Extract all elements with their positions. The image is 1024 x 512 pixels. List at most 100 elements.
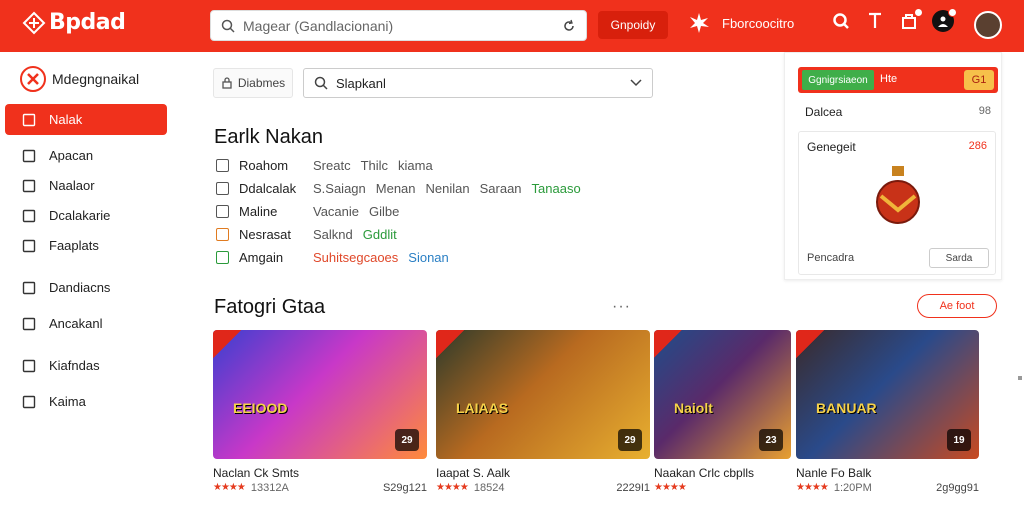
filter-value[interactable]: kiama xyxy=(398,158,433,173)
filters-title: Earlk Nakan xyxy=(214,126,323,148)
pin-icon[interactable] xyxy=(864,10,886,32)
sidebar-item-4[interactable]: Faaplats xyxy=(5,230,167,261)
sidebar-item-7[interactable]: Kiafndas xyxy=(5,350,167,381)
count-badge: G1 xyxy=(964,70,994,90)
view-all-button[interactable]: Ae foot xyxy=(917,294,997,318)
filter-value[interactable]: Gddlit xyxy=(363,227,397,242)
user-avatar[interactable] xyxy=(974,11,1002,39)
star-rating-icon: ★★★★ xyxy=(654,482,687,493)
filter-row-label: Maline xyxy=(239,204,278,219)
ribbon-tag xyxy=(213,330,241,358)
filter-row[interactable]: Maline Vacanie Gilbe xyxy=(216,204,409,219)
sidebar-item-3[interactable]: Dcalakarie xyxy=(5,200,167,231)
filter-row[interactable]: Nesrasat Salknd Gddlit xyxy=(216,227,407,242)
filter-value[interactable]: Suhitsegcaoes xyxy=(313,250,398,265)
panel-header[interactable]: Ggnigrsiaeon Hte G1 xyxy=(798,67,998,93)
box-icon xyxy=(22,317,36,331)
filter-label: Diabmes xyxy=(237,76,286,90)
more-options-icon[interactable]: ··· xyxy=(612,298,631,316)
top-link[interactable]: Fborcoocitro xyxy=(688,12,794,34)
game-card[interactable]: EEIOOD 29 Naclan Ck Smts ★★★★ 13312A S29g121 xyxy=(213,330,427,494)
search-icon xyxy=(221,19,235,33)
game-title[interactable]: Naclan Ck Smts xyxy=(213,466,427,480)
game-count: 13312A xyxy=(250,482,289,494)
filter-value[interactable]: Menan xyxy=(376,181,416,196)
lock-icon xyxy=(222,77,232,89)
filter-value[interactable]: Tanaaso xyxy=(532,181,581,196)
search-input[interactable]: Magear (Gandlacionani) xyxy=(243,18,562,34)
sidebar-item-1[interactable]: Apacan xyxy=(5,140,167,171)
rating-badge: 23 xyxy=(759,429,783,451)
game-title[interactable]: Naakan Crlc cbplls xyxy=(654,466,791,480)
top-link-label: Fborcoocitro xyxy=(722,15,795,31)
logo-icon xyxy=(22,11,46,34)
box-badge: 286 xyxy=(968,140,987,152)
game-meta: ★★★★ 18524 2229I1 xyxy=(436,482,650,494)
filter-button[interactable]: Diabmes xyxy=(213,68,293,98)
profile-icon[interactable] xyxy=(932,8,957,32)
shop-icon[interactable] xyxy=(898,8,923,32)
filter-value[interactable]: Sionan xyxy=(408,250,448,265)
game-price: 2g9gg91 xyxy=(936,482,979,494)
green-tag[interactable]: Ggnigrsiaeon xyxy=(802,70,874,90)
sidebar-item-label: Apacan xyxy=(49,148,94,163)
game-card[interactable]: Naiolt 23 Naakan Crlc cbplls ★★★★ xyxy=(654,330,791,493)
search-bar[interactable]: Magear (Gandlacionani) xyxy=(210,10,587,41)
grid-icon xyxy=(22,179,36,193)
filter-value[interactable]: Saraan xyxy=(480,181,522,196)
game-title[interactable]: Iaapat S. Aalk xyxy=(436,466,650,480)
rating-badge: 29 xyxy=(618,429,642,451)
sidebar-item-label: Faaplats xyxy=(49,238,99,253)
bag-icon xyxy=(22,281,36,295)
panel-row[interactable]: Dalcea 98 xyxy=(805,105,991,119)
search-icon[interactable] xyxy=(830,10,852,32)
top-action-button[interactable]: Gnpoidy xyxy=(598,11,668,39)
sidebar-item-label: Dcalakarie xyxy=(49,208,111,223)
filter-value[interactable]: Thilc xyxy=(361,158,388,173)
rating-badge: 19 xyxy=(947,429,971,451)
refresh-icon[interactable] xyxy=(562,19,576,33)
scroll-indicator[interactable] xyxy=(1018,376,1022,380)
game-card[interactable]: BANUAR 19 Nanle Fo Balk ★★★★ 1:20PM 2g9gg91 xyxy=(796,330,979,494)
game-thumbnail[interactable]: Naiolt 23 xyxy=(654,330,791,459)
filter-row[interactable]: Amgain Suhitsegcaoes Sionan xyxy=(216,250,459,265)
filter-value[interactable]: Vacanie xyxy=(313,204,359,219)
star-rating-icon: ★★★★ xyxy=(796,482,829,493)
game-thumbnail[interactable]: EEIOOD 29 xyxy=(213,330,427,459)
sidebar-item-2[interactable]: Naalaor xyxy=(5,170,167,201)
games-title: Fatogri Gtaa xyxy=(214,296,326,318)
game-meta: ★★★★ xyxy=(654,482,791,493)
filter-row-icon xyxy=(216,205,229,218)
sidebar-item-6[interactable]: Ancakanl xyxy=(5,308,167,339)
category-select[interactable]: Slapkanl xyxy=(303,68,653,98)
check-icon xyxy=(22,209,36,223)
filter-value[interactable]: Sreatc xyxy=(313,158,351,173)
game-meta: ★★★★ 13312A S29g121 xyxy=(213,482,427,494)
box-button[interactable]: Sarda xyxy=(929,248,989,268)
notification-dot xyxy=(914,8,923,17)
sidebar: Mdegngnaikal Nalak Apacan Naalaor Dcalakari… xyxy=(0,52,168,512)
brand-icon xyxy=(20,66,46,92)
game-card[interactable]: LAIAAS 29 Iaapat S. Aalk ★★★★ 18524 2229I1 xyxy=(436,330,650,494)
list-icon xyxy=(22,149,36,163)
filter-row-icon xyxy=(216,182,229,195)
notification-dot xyxy=(948,8,957,17)
filter-row-icon xyxy=(216,251,229,264)
game-count: 18524 xyxy=(473,482,505,494)
row-value: 98 xyxy=(978,105,991,117)
game-thumbnail[interactable]: LAIAAS 29 xyxy=(436,330,650,459)
game-thumbnail[interactable]: BANUAR 19 xyxy=(796,330,979,459)
filter-row[interactable]: Roahom Sreatc Thilc kiama xyxy=(216,158,443,173)
filter-value[interactable]: Salknd xyxy=(313,227,353,242)
filter-row[interactable]: Ddalcalak S.Saiagn Menan Nenilan Saraan Tanaa… xyxy=(216,181,591,196)
filter-value[interactable]: Gilbe xyxy=(369,204,399,219)
filter-value[interactable]: S.Saiagn xyxy=(313,181,366,196)
filter-value[interactable]: Nenilan xyxy=(426,181,470,196)
sidebar-item-5[interactable]: Dandiacns xyxy=(5,272,167,303)
sidebar-item-0[interactable]: Nalak xyxy=(5,104,167,135)
sidebar-item-8[interactable]: Kaima xyxy=(5,386,167,417)
thumbnail-title: Naiolt xyxy=(674,400,713,416)
sidebar-brand[interactable]: Mdegngnaikal xyxy=(20,66,139,92)
app-logo[interactable]: Bpdad xyxy=(22,10,126,35)
game-title[interactable]: Nanle Fo Balk xyxy=(796,466,979,480)
